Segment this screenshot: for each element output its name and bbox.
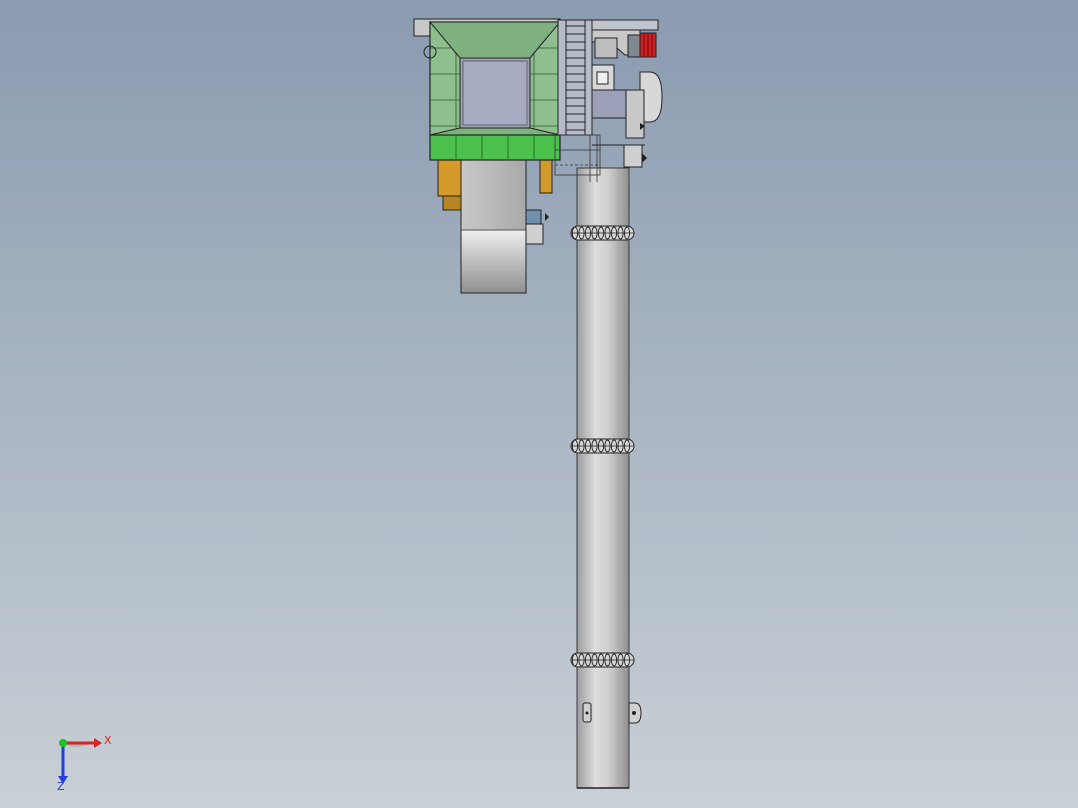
hopper-assembly[interactable] [413, 18, 562, 161]
model-view[interactable]: X Z [0, 0, 1078, 808]
clamp-ring[interactable] [570, 225, 635, 241]
vertical-column[interactable] [576, 167, 630, 789]
clamp-ring[interactable] [570, 438, 635, 454]
z-axis-label: Z [57, 780, 65, 793]
clamp-ring[interactable] [570, 652, 635, 668]
x-axis-label: X [104, 734, 112, 747]
cad-graphics-viewport[interactable]: X Z [0, 0, 1078, 808]
